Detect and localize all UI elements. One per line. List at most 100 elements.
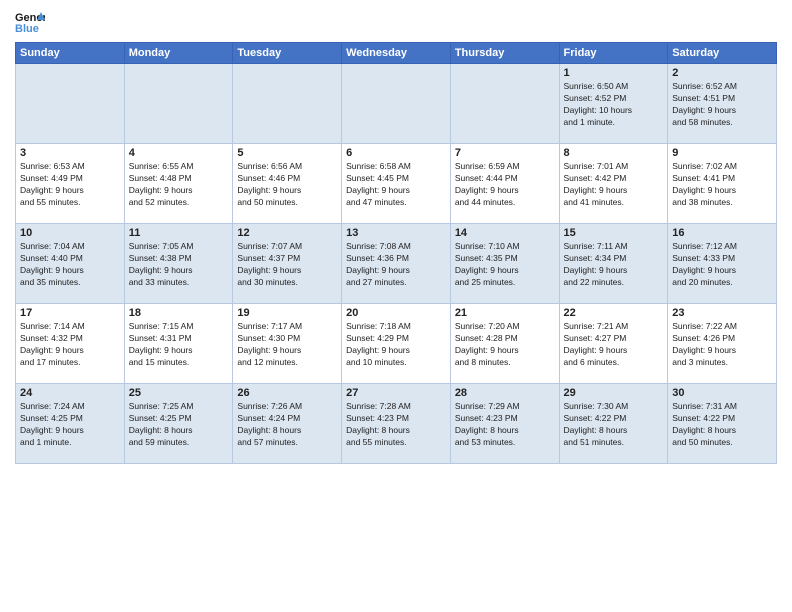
- calendar-cell: [16, 64, 125, 144]
- calendar-cell: 17 Sunrise: 7:14 AM Sunset: 4:32 PM Dayli…: [16, 304, 125, 384]
- calendar-cell: 25 Sunrise: 7:25 AM Sunset: 4:25 PM Dayli…: [124, 384, 233, 464]
- day-number: 16: [672, 227, 772, 239]
- day-number: 5: [237, 147, 337, 159]
- day-info: Sunrise: 7:04 AM Sunset: 4:40 PM Dayligh…: [20, 241, 120, 289]
- calendar-cell: 13 Sunrise: 7:08 AM Sunset: 4:36 PM Dayli…: [342, 224, 451, 304]
- calendar-cell: 4 Sunrise: 6:55 AM Sunset: 4:48 PM Daylig…: [124, 144, 233, 224]
- day-info: Sunrise: 6:56 AM Sunset: 4:46 PM Dayligh…: [237, 161, 337, 209]
- day-number: 4: [129, 147, 229, 159]
- calendar-cell: 8 Sunrise: 7:01 AM Sunset: 4:42 PM Daylig…: [559, 144, 668, 224]
- weekday-header-monday: Monday: [124, 43, 233, 64]
- day-number: 9: [672, 147, 772, 159]
- day-info: Sunrise: 7:10 AM Sunset: 4:35 PM Dayligh…: [455, 241, 555, 289]
- page-container: General Blue SundayMondayTuesdayWednesda…: [0, 0, 792, 474]
- day-info: Sunrise: 6:53 AM Sunset: 4:49 PM Dayligh…: [20, 161, 120, 209]
- day-number: 22: [564, 307, 664, 319]
- logo: General Blue: [15, 10, 49, 34]
- calendar-cell: 19 Sunrise: 7:17 AM Sunset: 4:30 PM Dayli…: [233, 304, 342, 384]
- day-info: Sunrise: 6:59 AM Sunset: 4:44 PM Dayligh…: [455, 161, 555, 209]
- calendar-cell: 10Sunrise: 7:04 AM Sunset: 4:40 PM Dayli…: [16, 224, 125, 304]
- calendar-cell: 22Sunrise: 7:21 AM Sunset: 4:27 PM Dayli…: [559, 304, 668, 384]
- day-info: Sunrise: 7:14 AM Sunset: 4:32 PM Dayligh…: [20, 321, 120, 369]
- calendar-cell: 1 Sunrise: 6:50 AM Sunset: 4:52 PM Daylig…: [559, 64, 668, 144]
- calendar-cell: 15Sunrise: 7:11 AM Sunset: 4:34 PM Dayli…: [559, 224, 668, 304]
- day-info: Sunrise: 7:05 AM Sunset: 4:38 PM Dayligh…: [129, 241, 229, 289]
- calendar-week-0: 1 Sunrise: 6:50 AM Sunset: 4:52 PM Daylig…: [16, 64, 777, 144]
- calendar-body: 1 Sunrise: 6:50 AM Sunset: 4:52 PM Daylig…: [16, 64, 777, 464]
- calendar-cell: 26 Sunrise: 7:26 AM Sunset: 4:24 PM Dayli…: [233, 384, 342, 464]
- calendar-table: SundayMondayTuesdayWednesdayThursdayFrid…: [15, 42, 777, 464]
- day-info: Sunrise: 7:07 AM Sunset: 4:37 PM Dayligh…: [237, 241, 337, 289]
- weekday-header-thursday: Thursday: [450, 43, 559, 64]
- day-info: Sunrise: 6:55 AM Sunset: 4:48 PM Dayligh…: [129, 161, 229, 209]
- calendar-cell: [124, 64, 233, 144]
- day-info: Sunrise: 7:17 AM Sunset: 4:30 PM Dayligh…: [237, 321, 337, 369]
- day-number: 23: [672, 307, 772, 319]
- calendar-cell: 24Sunrise: 7:24 AM Sunset: 4:25 PM Dayli…: [16, 384, 125, 464]
- calendar-cell: [233, 64, 342, 144]
- calendar-cell: 18Sunrise: 7:15 AM Sunset: 4:31 PM Dayli…: [124, 304, 233, 384]
- calendar-cell: 14 Sunrise: 7:10 AM Sunset: 4:35 PM Dayli…: [450, 224, 559, 304]
- weekday-header-wednesday: Wednesday: [342, 43, 451, 64]
- calendar-header: SundayMondayTuesdayWednesdayThursdayFrid…: [16, 43, 777, 64]
- calendar-cell: 7Sunrise: 6:59 AM Sunset: 4:44 PM Daylig…: [450, 144, 559, 224]
- weekday-header-tuesday: Tuesday: [233, 43, 342, 64]
- weekday-header-row: SundayMondayTuesdayWednesdayThursdayFrid…: [16, 43, 777, 64]
- day-info: Sunrise: 7:22 AM Sunset: 4:26 PM Dayligh…: [672, 321, 772, 369]
- weekday-header-saturday: Saturday: [668, 43, 777, 64]
- calendar-cell: 2Sunrise: 6:52 AM Sunset: 4:51 PM Daylig…: [668, 64, 777, 144]
- calendar-cell: 16 Sunrise: 7:12 AM Sunset: 4:33 PM Dayli…: [668, 224, 777, 304]
- day-number: 13: [346, 227, 446, 239]
- calendar-cell: 12Sunrise: 7:07 AM Sunset: 4:37 PM Dayli…: [233, 224, 342, 304]
- day-number: 3: [20, 147, 120, 159]
- day-info: Sunrise: 6:58 AM Sunset: 4:45 PM Dayligh…: [346, 161, 446, 209]
- day-info: Sunrise: 7:26 AM Sunset: 4:24 PM Dayligh…: [237, 401, 337, 449]
- day-number: 19: [237, 307, 337, 319]
- day-info: Sunrise: 7:02 AM Sunset: 4:41 PM Dayligh…: [672, 161, 772, 209]
- day-info: Sunrise: 7:12 AM Sunset: 4:33 PM Dayligh…: [672, 241, 772, 289]
- day-info: Sunrise: 7:28 AM Sunset: 4:23 PM Dayligh…: [346, 401, 446, 449]
- calendar-cell: 23 Sunrise: 7:22 AM Sunset: 4:26 PM Dayli…: [668, 304, 777, 384]
- day-number: 17: [20, 307, 120, 319]
- day-info: Sunrise: 7:18 AM Sunset: 4:29 PM Dayligh…: [346, 321, 446, 369]
- day-info: Sunrise: 7:25 AM Sunset: 4:25 PM Dayligh…: [129, 401, 229, 449]
- day-number: 29: [564, 387, 664, 399]
- day-number: 14: [455, 227, 555, 239]
- logo-icon: General Blue: [15, 10, 45, 34]
- calendar-cell: 21Sunrise: 7:20 AM Sunset: 4:28 PM Dayli…: [450, 304, 559, 384]
- day-info: Sunrise: 6:52 AM Sunset: 4:51 PM Dayligh…: [672, 81, 772, 129]
- calendar-cell: 6 Sunrise: 6:58 AM Sunset: 4:45 PM Daylig…: [342, 144, 451, 224]
- calendar-cell: 30 Sunrise: 7:31 AM Sunset: 4:22 PM Dayli…: [668, 384, 777, 464]
- day-info: Sunrise: 6:50 AM Sunset: 4:52 PM Dayligh…: [564, 81, 664, 129]
- calendar-cell: 29 Sunrise: 7:30 AM Sunset: 4:22 PM Dayli…: [559, 384, 668, 464]
- calendar-cell: 28Sunrise: 7:29 AM Sunset: 4:23 PM Dayli…: [450, 384, 559, 464]
- day-number: 15: [564, 227, 664, 239]
- calendar-cell: [342, 64, 451, 144]
- day-number: 27: [346, 387, 446, 399]
- day-number: 25: [129, 387, 229, 399]
- day-number: 30: [672, 387, 772, 399]
- day-info: Sunrise: 7:30 AM Sunset: 4:22 PM Dayligh…: [564, 401, 664, 449]
- day-number: 8: [564, 147, 664, 159]
- day-info: Sunrise: 7:29 AM Sunset: 4:23 PM Dayligh…: [455, 401, 555, 449]
- calendar-week-4: 24Sunrise: 7:24 AM Sunset: 4:25 PM Dayli…: [16, 384, 777, 464]
- weekday-header-friday: Friday: [559, 43, 668, 64]
- calendar-week-2: 10Sunrise: 7:04 AM Sunset: 4:40 PM Dayli…: [16, 224, 777, 304]
- day-number: 20: [346, 307, 446, 319]
- calendar-cell: [450, 64, 559, 144]
- calendar-cell: 20 Sunrise: 7:18 AM Sunset: 4:29 PM Dayli…: [342, 304, 451, 384]
- day-info: Sunrise: 7:08 AM Sunset: 4:36 PM Dayligh…: [346, 241, 446, 289]
- day-info: Sunrise: 7:01 AM Sunset: 4:42 PM Dayligh…: [564, 161, 664, 209]
- day-number: 26: [237, 387, 337, 399]
- day-number: 6: [346, 147, 446, 159]
- header: General Blue: [15, 10, 777, 34]
- day-number: 11: [129, 227, 229, 239]
- day-info: Sunrise: 7:31 AM Sunset: 4:22 PM Dayligh…: [672, 401, 772, 449]
- day-number: 18: [129, 307, 229, 319]
- calendar-week-3: 17 Sunrise: 7:14 AM Sunset: 4:32 PM Dayli…: [16, 304, 777, 384]
- day-info: Sunrise: 7:20 AM Sunset: 4:28 PM Dayligh…: [455, 321, 555, 369]
- calendar-cell: 9 Sunrise: 7:02 AM Sunset: 4:41 PM Daylig…: [668, 144, 777, 224]
- day-number: 1: [564, 67, 664, 79]
- weekday-header-sunday: Sunday: [16, 43, 125, 64]
- calendar-cell: 3 Sunrise: 6:53 AM Sunset: 4:49 PM Daylig…: [16, 144, 125, 224]
